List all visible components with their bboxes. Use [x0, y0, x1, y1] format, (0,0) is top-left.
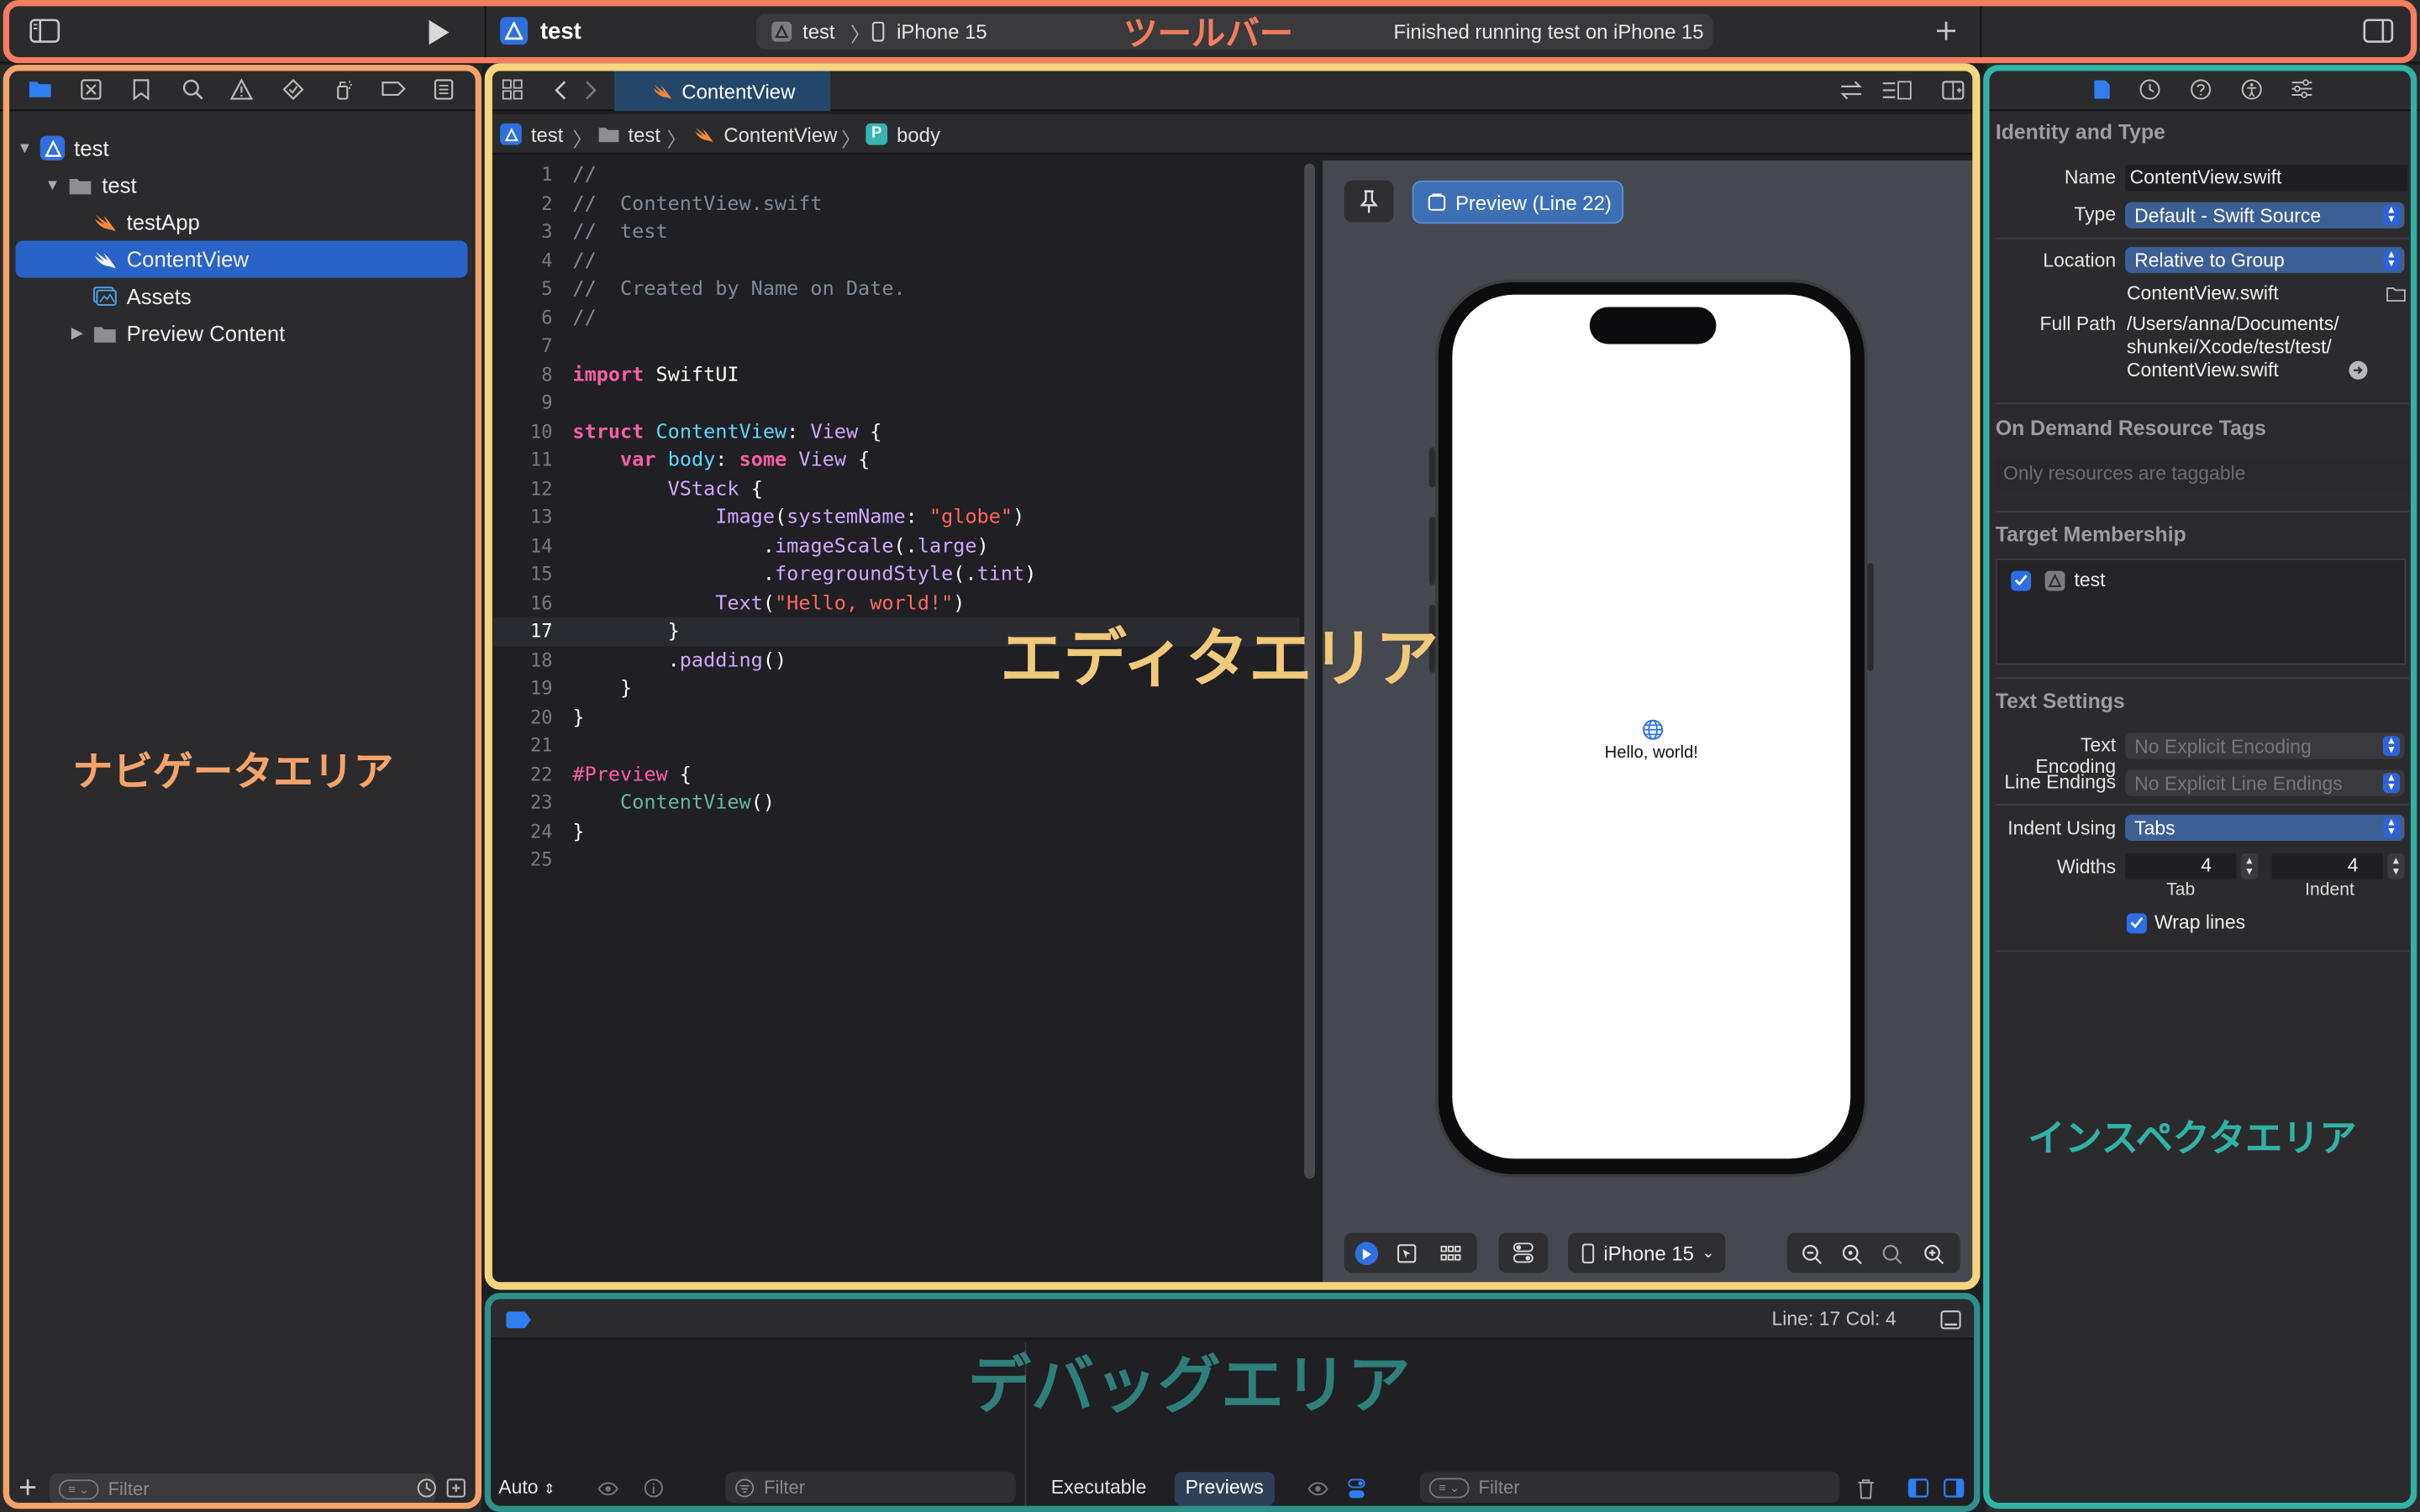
toolbar-annotation: ツールバー	[1123, 15, 1294, 55]
debug-annotation: デバッグエリア	[967, 1348, 1411, 1423]
navigator-annotation: ナビゲータエリア	[72, 749, 394, 796]
inspector-annotation: インスペクタエリア	[2028, 1116, 2357, 1161]
inspector-highlight-frame	[1983, 65, 2417, 1509]
editor-annotation: エディタエリア	[1000, 622, 1439, 696]
